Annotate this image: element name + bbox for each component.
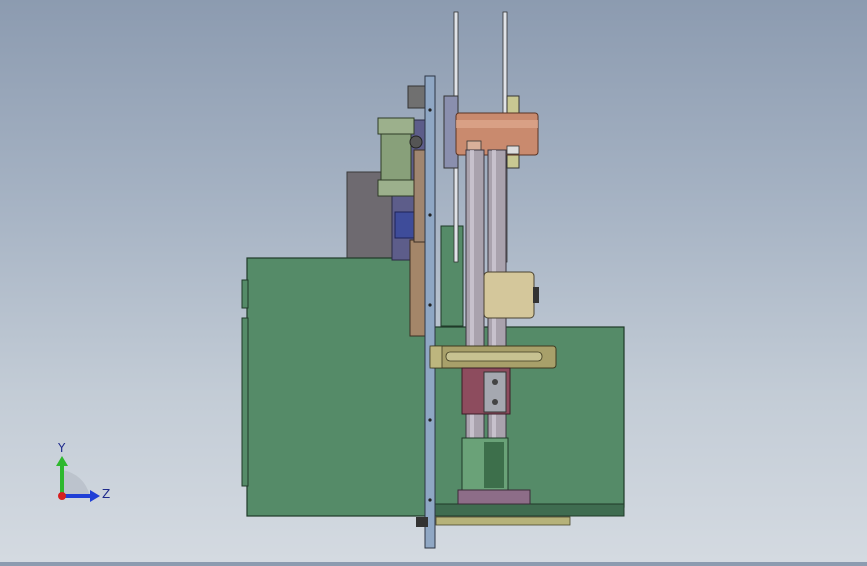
motor-cylinder — [483, 271, 535, 319]
green-upper-block — [440, 225, 464, 327]
bracket-tab — [429, 345, 443, 369]
green-tab-1 — [241, 279, 249, 309]
slider-plate — [483, 371, 507, 413]
center-plate — [424, 75, 436, 549]
base-plate — [457, 489, 531, 505]
gearbox-top — [377, 117, 415, 135]
motor-cap — [533, 287, 539, 303]
plate-bolt-2 — [428, 213, 432, 217]
green-panel-base — [431, 503, 625, 517]
y-axis-arrow — [56, 456, 68, 466]
plate-bolt-4 — [428, 418, 432, 422]
roller-highlight — [456, 120, 538, 128]
gearbox-hole — [409, 135, 423, 149]
green-panel-left — [246, 257, 430, 517]
small-gray-block — [407, 85, 427, 109]
green-tab-2 — [241, 317, 249, 487]
gearbox-bottom — [377, 179, 415, 197]
threaded-rod-end — [416, 517, 428, 527]
roller-clip-2 — [506, 145, 520, 155]
plate-bolt-5 — [428, 498, 432, 502]
triad-origin — [58, 492, 66, 500]
lower-green-slot — [484, 442, 504, 488]
y-axis-label: Y — [57, 441, 66, 455]
plate-bolt-3 — [428, 303, 432, 307]
slider-bolt-2 — [492, 399, 498, 405]
brown-shaft-upper — [413, 149, 427, 243]
bracket-slot — [445, 351, 543, 362]
cad-model — [241, 11, 625, 549]
threaded-rod — [435, 516, 571, 526]
triad-svg: Y Z — [56, 441, 110, 502]
triad-xz-plane — [62, 470, 90, 496]
brown-shaft — [409, 239, 427, 337]
plate-bolt-1 — [428, 108, 432, 112]
3d-viewport[interactable] — [0, 0, 867, 562]
z-axis-arrow — [90, 490, 100, 502]
slider-bolt-1 — [492, 379, 498, 385]
orientation-triad: Y Z — [44, 440, 124, 510]
z-axis-label: Z — [102, 487, 110, 501]
